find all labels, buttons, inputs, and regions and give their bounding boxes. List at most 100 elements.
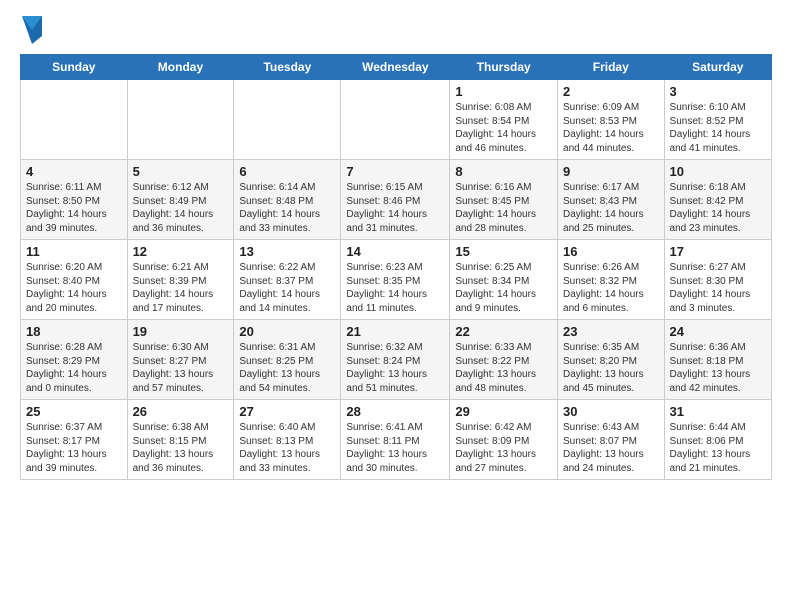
day-cell: 3 Sunrise: 6:10 AM Sunset: 8:52 PM Daylig…	[664, 80, 771, 160]
day-info: Sunrise: 6:14 AM Sunset: 8:48 PM Dayligh…	[239, 181, 335, 235]
weekday-header-friday: Friday	[558, 55, 665, 80]
day-cell: 20Sunrise: 6:31 AM Sunset: 8:25 PM Dayli…	[234, 320, 341, 400]
weekday-header-sunday: Sunday	[21, 55, 128, 80]
week-row-5: 25 Sunrise: 6:37 AM Sunset: 8:17 PM Dayli…	[21, 400, 772, 480]
day-info: Sunrise: 6:22 AM Sunset: 8:37 PM Dayligh…	[239, 261, 335, 315]
day-number: 30	[563, 404, 659, 419]
day-info: Sunrise: 6:32 AM Sunset: 8:24 PM Dayligh…	[346, 341, 444, 395]
logo-icon	[22, 16, 42, 44]
week-row-1: 1 Sunrise: 6:08 AM Sunset: 8:54 PM Daylig…	[21, 80, 772, 160]
day-cell: 4 Sunrise: 6:11 AM Sunset: 8:50 PM Daylig…	[21, 160, 128, 240]
day-cell: 13 Sunrise: 6:22 AM Sunset: 8:37 PM Dayli…	[234, 240, 341, 320]
day-cell: 8 Sunrise: 6:16 AM Sunset: 8:45 PM Daylig…	[450, 160, 558, 240]
day-number: 2	[563, 84, 659, 99]
day-cell	[127, 80, 234, 160]
day-cell: 23Sunrise: 6:35 AM Sunset: 8:20 PM Dayli…	[558, 320, 665, 400]
day-cell: 1 Sunrise: 6:08 AM Sunset: 8:54 PM Daylig…	[450, 80, 558, 160]
day-number: 19	[133, 324, 229, 339]
day-info: Sunrise: 6:37 AM Sunset: 8:17 PM Dayligh…	[26, 421, 122, 475]
day-number: 9	[563, 164, 659, 179]
day-number: 12	[133, 244, 229, 259]
day-info: Sunrise: 6:41 AM Sunset: 8:11 PM Dayligh…	[346, 421, 444, 475]
day-number: 4	[26, 164, 122, 179]
day-cell	[234, 80, 341, 160]
day-cell: 9 Sunrise: 6:17 AM Sunset: 8:43 PM Daylig…	[558, 160, 665, 240]
day-number: 22	[455, 324, 552, 339]
day-info: Sunrise: 6:11 AM Sunset: 8:50 PM Dayligh…	[26, 181, 122, 235]
day-info: Sunrise: 6:26 AM Sunset: 8:32 PM Dayligh…	[563, 261, 659, 315]
weekday-header-saturday: Saturday	[664, 55, 771, 80]
day-cell: 2Sunrise: 6:09 AM Sunset: 8:53 PM Daylig…	[558, 80, 665, 160]
logo	[20, 16, 42, 44]
day-info: Sunrise: 6:33 AM Sunset: 8:22 PM Dayligh…	[455, 341, 552, 395]
day-number: 17	[670, 244, 766, 259]
week-row-4: 18Sunrise: 6:28 AM Sunset: 8:29 PM Dayli…	[21, 320, 772, 400]
day-info: Sunrise: 6:43 AM Sunset: 8:07 PM Dayligh…	[563, 421, 659, 475]
day-cell: 11 Sunrise: 6:20 AM Sunset: 8:40 PM Dayli…	[21, 240, 128, 320]
day-cell: 21 Sunrise: 6:32 AM Sunset: 8:24 PM Dayli…	[341, 320, 450, 400]
day-info: Sunrise: 6:23 AM Sunset: 8:35 PM Dayligh…	[346, 261, 444, 315]
day-number: 27	[239, 404, 335, 419]
weekday-header-monday: Monday	[127, 55, 234, 80]
day-number: 15	[455, 244, 552, 259]
day-cell: 14 Sunrise: 6:23 AM Sunset: 8:35 PM Dayli…	[341, 240, 450, 320]
day-info: Sunrise: 6:27 AM Sunset: 8:30 PM Dayligh…	[670, 261, 766, 315]
day-info: Sunrise: 6:40 AM Sunset: 8:13 PM Dayligh…	[239, 421, 335, 475]
day-cell	[341, 80, 450, 160]
day-info: Sunrise: 6:42 AM Sunset: 8:09 PM Dayligh…	[455, 421, 552, 475]
day-info: Sunrise: 6:12 AM Sunset: 8:49 PM Dayligh…	[133, 181, 229, 235]
week-row-2: 4 Sunrise: 6:11 AM Sunset: 8:50 PM Daylig…	[21, 160, 772, 240]
day-cell: 29 Sunrise: 6:42 AM Sunset: 8:09 PM Dayli…	[450, 400, 558, 480]
day-cell: 5Sunrise: 6:12 AM Sunset: 8:49 PM Daylig…	[127, 160, 234, 240]
day-info: Sunrise: 6:08 AM Sunset: 8:54 PM Dayligh…	[455, 101, 552, 155]
day-number: 8	[455, 164, 552, 179]
day-info: Sunrise: 6:44 AM Sunset: 8:06 PM Dayligh…	[670, 421, 766, 475]
header	[20, 16, 772, 44]
day-info: Sunrise: 6:36 AM Sunset: 8:18 PM Dayligh…	[670, 341, 766, 395]
day-number: 29	[455, 404, 552, 419]
day-cell: 27 Sunrise: 6:40 AM Sunset: 8:13 PM Dayli…	[234, 400, 341, 480]
week-row-3: 11 Sunrise: 6:20 AM Sunset: 8:40 PM Dayli…	[21, 240, 772, 320]
day-cell: 25 Sunrise: 6:37 AM Sunset: 8:17 PM Dayli…	[21, 400, 128, 480]
day-cell: 31Sunrise: 6:44 AM Sunset: 8:06 PM Dayli…	[664, 400, 771, 480]
page: SundayMondayTuesdayWednesdayThursdayFrid…	[0, 0, 792, 490]
day-number: 21	[346, 324, 444, 339]
weekday-header-thursday: Thursday	[450, 55, 558, 80]
day-cell: 28 Sunrise: 6:41 AM Sunset: 8:11 PM Dayli…	[341, 400, 450, 480]
day-number: 3	[670, 84, 766, 99]
day-number: 10	[670, 164, 766, 179]
day-number: 26	[133, 404, 229, 419]
weekday-header-tuesday: Tuesday	[234, 55, 341, 80]
day-info: Sunrise: 6:20 AM Sunset: 8:40 PM Dayligh…	[26, 261, 122, 315]
day-info: Sunrise: 6:17 AM Sunset: 8:43 PM Dayligh…	[563, 181, 659, 235]
day-number: 13	[239, 244, 335, 259]
day-number: 14	[346, 244, 444, 259]
day-info: Sunrise: 6:38 AM Sunset: 8:15 PM Dayligh…	[133, 421, 229, 475]
day-number: 24	[670, 324, 766, 339]
day-info: Sunrise: 6:16 AM Sunset: 8:45 PM Dayligh…	[455, 181, 552, 235]
day-number: 28	[346, 404, 444, 419]
day-info: Sunrise: 6:21 AM Sunset: 8:39 PM Dayligh…	[133, 261, 229, 315]
day-info: Sunrise: 6:31 AM Sunset: 8:25 PM Dayligh…	[239, 341, 335, 395]
day-cell: 15 Sunrise: 6:25 AM Sunset: 8:34 PM Dayli…	[450, 240, 558, 320]
day-info: Sunrise: 6:25 AM Sunset: 8:34 PM Dayligh…	[455, 261, 552, 315]
day-cell: 6Sunrise: 6:14 AM Sunset: 8:48 PM Daylig…	[234, 160, 341, 240]
day-info: Sunrise: 6:18 AM Sunset: 8:42 PM Dayligh…	[670, 181, 766, 235]
day-cell: 7Sunrise: 6:15 AM Sunset: 8:46 PM Daylig…	[341, 160, 450, 240]
day-cell	[21, 80, 128, 160]
day-cell: 22 Sunrise: 6:33 AM Sunset: 8:22 PM Dayli…	[450, 320, 558, 400]
day-info: Sunrise: 6:35 AM Sunset: 8:20 PM Dayligh…	[563, 341, 659, 395]
day-cell: 17 Sunrise: 6:27 AM Sunset: 8:30 PM Dayli…	[664, 240, 771, 320]
day-info: Sunrise: 6:10 AM Sunset: 8:52 PM Dayligh…	[670, 101, 766, 155]
day-cell: 26 Sunrise: 6:38 AM Sunset: 8:15 PM Dayli…	[127, 400, 234, 480]
day-number: 16	[563, 244, 659, 259]
day-cell: 12 Sunrise: 6:21 AM Sunset: 8:39 PM Dayli…	[127, 240, 234, 320]
day-cell: 10 Sunrise: 6:18 AM Sunset: 8:42 PM Dayli…	[664, 160, 771, 240]
weekday-header-wednesday: Wednesday	[341, 55, 450, 80]
day-number: 25	[26, 404, 122, 419]
day-number: 1	[455, 84, 552, 99]
day-number: 11	[26, 244, 122, 259]
day-cell: 19Sunrise: 6:30 AM Sunset: 8:27 PM Dayli…	[127, 320, 234, 400]
day-info: Sunrise: 6:15 AM Sunset: 8:46 PM Dayligh…	[346, 181, 444, 235]
calendar-table: SundayMondayTuesdayWednesdayThursdayFrid…	[20, 54, 772, 480]
